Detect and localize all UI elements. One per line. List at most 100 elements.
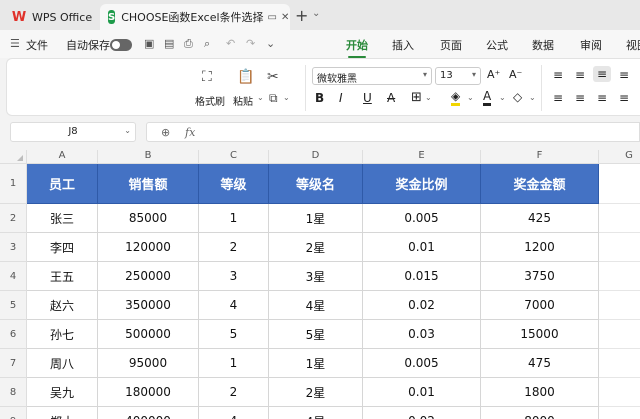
table-cell[interactable]: 赵六 xyxy=(27,291,98,320)
underline-icon[interactable]: U xyxy=(363,91,372,105)
table-cell[interactable]: 0.005 xyxy=(363,204,481,233)
align-center-icon[interactable]: ≡ xyxy=(575,91,585,105)
row-header[interactable]: 7 xyxy=(0,349,27,378)
column-header[interactable]: F xyxy=(481,150,599,164)
row-header[interactable]: 3 xyxy=(0,233,27,262)
format-painter-icon[interactable]: ⛶ xyxy=(202,69,212,85)
menu-file[interactable]: 文件 xyxy=(26,37,48,53)
menu-tab-data[interactable]: 数据 xyxy=(532,37,554,53)
print-icon[interactable]: ⎙ xyxy=(184,37,193,51)
autosave-toggle[interactable] xyxy=(110,39,132,51)
table-cell[interactable]: 0.01 xyxy=(363,378,481,407)
header-cell[interactable]: 销售额 xyxy=(98,164,199,204)
table-cell[interactable]: 425 xyxy=(481,204,599,233)
row-header[interactable]: 5 xyxy=(0,291,27,320)
empty-cell[interactable] xyxy=(599,320,640,349)
paste-button[interactable]: 粘贴 xyxy=(233,93,253,108)
table-cell[interactable]: 周八 xyxy=(27,349,98,378)
table-cell[interactable]: 0.015 xyxy=(363,262,481,291)
menu-tab-insert[interactable]: 插入 xyxy=(392,37,414,53)
empty-cell[interactable] xyxy=(599,204,640,233)
monitor-icon[interactable]: ▭ xyxy=(268,12,277,23)
clear-format-icon[interactable]: ◇ xyxy=(513,90,522,104)
empty-cell[interactable] xyxy=(599,291,640,320)
table-cell[interactable]: 15000 xyxy=(481,320,599,349)
tab-document[interactable]: S CHOOSE函数Excel条件选择 ▭ ✕ xyxy=(100,4,290,30)
table-cell[interactable]: 4 xyxy=(199,407,269,419)
column-header[interactable]: G xyxy=(599,150,640,164)
align-middle-icon[interactable]: ≡ xyxy=(575,68,585,82)
decrease-font-icon[interactable]: A⁻ xyxy=(509,68,522,81)
font-color-chevron-icon[interactable]: ⌄ xyxy=(499,93,506,102)
menu-tab-formula[interactable]: 公式 xyxy=(486,37,508,53)
strikethrough-icon[interactable]: A xyxy=(387,91,395,105)
row-header[interactable]: 2 xyxy=(0,204,27,233)
table-cell[interactable]: 250000 xyxy=(98,262,199,291)
table-cell[interactable]: 3星 xyxy=(269,262,363,291)
align-right-top-icon[interactable]: ≡ xyxy=(619,68,629,82)
borders-chevron-icon[interactable]: ⌄ xyxy=(425,93,432,102)
fill-color-chevron-icon[interactable]: ⌄ xyxy=(467,93,474,102)
column-header[interactable]: B xyxy=(98,150,199,164)
table-cell[interactable]: 2星 xyxy=(269,378,363,407)
empty-cell[interactable] xyxy=(599,378,640,407)
table-cell[interactable]: 85000 xyxy=(98,204,199,233)
table-cell[interactable]: 2 xyxy=(199,233,269,262)
font-color-icon[interactable]: A xyxy=(483,89,492,106)
close-icon[interactable]: ✕ xyxy=(281,12,289,23)
menu-tab-view[interactable]: 视图 xyxy=(626,37,640,53)
align-bottom-icon[interactable]: ≡ xyxy=(593,66,612,82)
table-cell[interactable]: 李四 xyxy=(27,233,98,262)
borders-icon[interactable]: ⊞ xyxy=(411,90,422,105)
align-top-icon[interactable]: ≡ xyxy=(553,68,563,82)
table-cell[interactable]: 5星 xyxy=(269,320,363,349)
undo-icon[interactable]: ↶ xyxy=(226,37,235,50)
table-cell[interactable]: 180000 xyxy=(98,378,199,407)
header-cell[interactable]: 等级 xyxy=(199,164,269,204)
row-header[interactable]: 4 xyxy=(0,262,27,291)
table-cell[interactable]: 1 xyxy=(199,349,269,378)
justify-icon[interactable]: ≡ xyxy=(619,91,629,105)
align-left-icon[interactable]: ≡ xyxy=(553,91,563,105)
table-cell[interactable]: 475 xyxy=(481,349,599,378)
row-header[interactable]: 9 xyxy=(0,407,27,419)
table-cell[interactable]: 0.02 xyxy=(363,291,481,320)
menu-tab-page[interactable]: 页面 xyxy=(440,37,462,53)
export-pdf-icon[interactable]: ▤ xyxy=(164,37,174,50)
table-cell[interactable]: 400000 xyxy=(98,407,199,419)
chevron-down-icon[interactable]: ⌄ xyxy=(312,8,320,19)
format-painter-button[interactable]: 格式刷 xyxy=(195,93,225,108)
row-header[interactable]: 6 xyxy=(0,320,27,349)
font-size-select[interactable]: 13 ▾ xyxy=(435,67,481,85)
header-cell[interactable]: 员工 xyxy=(27,164,98,204)
table-cell[interactable]: 1200 xyxy=(481,233,599,262)
column-header[interactable]: E xyxy=(363,150,481,164)
table-cell[interactable]: 郑十 xyxy=(27,407,98,419)
select-all-corner[interactable] xyxy=(0,150,27,164)
table-cell[interactable]: 0.03 xyxy=(363,320,481,349)
table-cell[interactable]: 1星 xyxy=(269,349,363,378)
table-cell[interactable]: 4 xyxy=(199,291,269,320)
empty-cell[interactable] xyxy=(599,262,640,291)
empty-cell[interactable] xyxy=(599,164,640,204)
clear-format-chevron-icon[interactable]: ⌄ xyxy=(529,93,536,102)
table-cell[interactable]: 3750 xyxy=(481,262,599,291)
empty-cell[interactable] xyxy=(599,349,640,378)
table-cell[interactable]: 3 xyxy=(199,262,269,291)
italic-icon[interactable]: I xyxy=(339,91,343,105)
paste-icon[interactable]: 📋 xyxy=(237,69,254,85)
table-cell[interactable]: 1 xyxy=(199,204,269,233)
redo-icon[interactable]: ↷ xyxy=(246,37,255,50)
table-cell[interactable]: 120000 xyxy=(98,233,199,262)
column-header[interactable]: A xyxy=(27,150,98,164)
column-header[interactable]: D xyxy=(269,150,363,164)
table-cell[interactable]: 5 xyxy=(199,320,269,349)
table-cell[interactable]: 7000 xyxy=(481,291,599,320)
print-preview-icon[interactable]: ⌕ xyxy=(204,37,210,51)
align-right-icon[interactable]: ≡ xyxy=(597,91,607,105)
empty-cell[interactable] xyxy=(599,407,640,419)
zoom-icon[interactable]: ⊕ xyxy=(161,126,170,139)
table-cell[interactable]: 0.005 xyxy=(363,349,481,378)
table-cell[interactable]: 95000 xyxy=(98,349,199,378)
table-cell[interactable]: 0.01 xyxy=(363,233,481,262)
